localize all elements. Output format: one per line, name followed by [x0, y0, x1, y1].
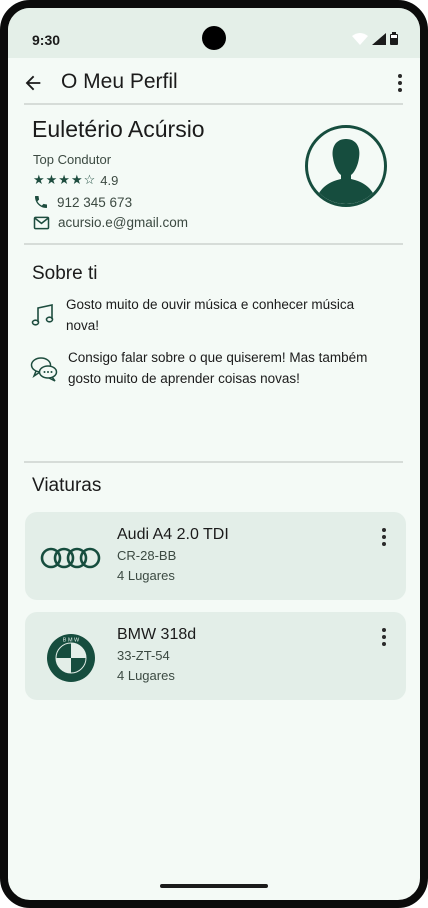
- status-bar: 9:30: [8, 8, 420, 58]
- status-time: 9:30: [32, 32, 61, 48]
- about-text: Consigo falar sobre o que quiserem! Mas …: [68, 350, 368, 386]
- svg-text:B M W: B M W: [63, 638, 80, 644]
- vehicle-seats: 4 Lugares: [117, 568, 175, 583]
- audi-logo-icon: [39, 534, 103, 582]
- profile-rating: ★★★★☆ 4.9: [33, 172, 118, 188]
- back-arrow-icon[interactable]: [22, 72, 44, 94]
- divider: [24, 461, 403, 463]
- vehicle-plate: 33-ZT-54: [117, 648, 170, 663]
- vehicles-section-title: Viaturas: [32, 475, 102, 496]
- avatar[interactable]: [305, 125, 387, 207]
- divider: [24, 103, 403, 105]
- phone-screen: 9:30 O Meu Perfil Euletério Acúrsio Top …: [0, 0, 428, 908]
- vehicle-name: BMW 318d: [117, 626, 197, 643]
- home-indicator[interactable]: [160, 884, 268, 888]
- status-icons: [352, 32, 398, 45]
- divider: [24, 243, 403, 245]
- more-options-icon[interactable]: [378, 528, 390, 546]
- about-item: Consigo falar sobre o que quiserem! Mas …: [30, 347, 390, 389]
- more-options-icon[interactable]: [378, 628, 390, 646]
- phone-icon: [35, 196, 47, 208]
- camera-cutout: [202, 26, 226, 50]
- cellular-signal-icon: [372, 33, 386, 45]
- about-item: Gosto muito de ouvir música e conhecer m…: [30, 294, 390, 336]
- bmw-logo-icon: B M W: [39, 634, 103, 682]
- about-section-title: Sobre ti: [32, 263, 98, 284]
- chat-bubbles-icon: [30, 357, 58, 382]
- vehicle-card[interactable]: Audi A4 2.0 TDI CR-28-BB 4 Lugares: [25, 512, 406, 600]
- email-address: acursio.e@gmail.com: [58, 215, 188, 230]
- music-note-icon: [31, 304, 54, 326]
- profile-name: Euletério Acúrsio: [32, 116, 205, 142]
- person-silhouette-icon: [314, 139, 378, 204]
- phone-number: 912 345 673: [57, 194, 133, 210]
- more-options-icon[interactable]: [390, 72, 410, 94]
- about-text: Gosto muito de ouvir música e conhecer m…: [66, 297, 355, 333]
- page-title: O Meu Perfil: [61, 70, 178, 93]
- app-bar: O Meu Perfil: [8, 58, 420, 104]
- vehicle-seats: 4 Lugares: [117, 668, 175, 683]
- rating-value: 4.9: [100, 172, 119, 188]
- vehicle-plate: CR-28-BB: [117, 548, 177, 563]
- email-row[interactable]: acursio.e@gmail.com: [33, 215, 188, 230]
- profile-role: Top Condutor: [33, 152, 112, 167]
- battery-icon: [390, 32, 398, 45]
- phone-row[interactable]: 912 345 673: [33, 194, 132, 210]
- email-icon: [33, 216, 50, 229]
- wifi-icon: [352, 33, 368, 45]
- vehicle-name: Audi A4 2.0 TDI: [117, 526, 229, 543]
- rating-stars-icon: ★★★★☆: [33, 172, 97, 187]
- vehicle-card[interactable]: B M W BMW 318d 33-ZT-54 4 Lugares: [25, 612, 406, 700]
